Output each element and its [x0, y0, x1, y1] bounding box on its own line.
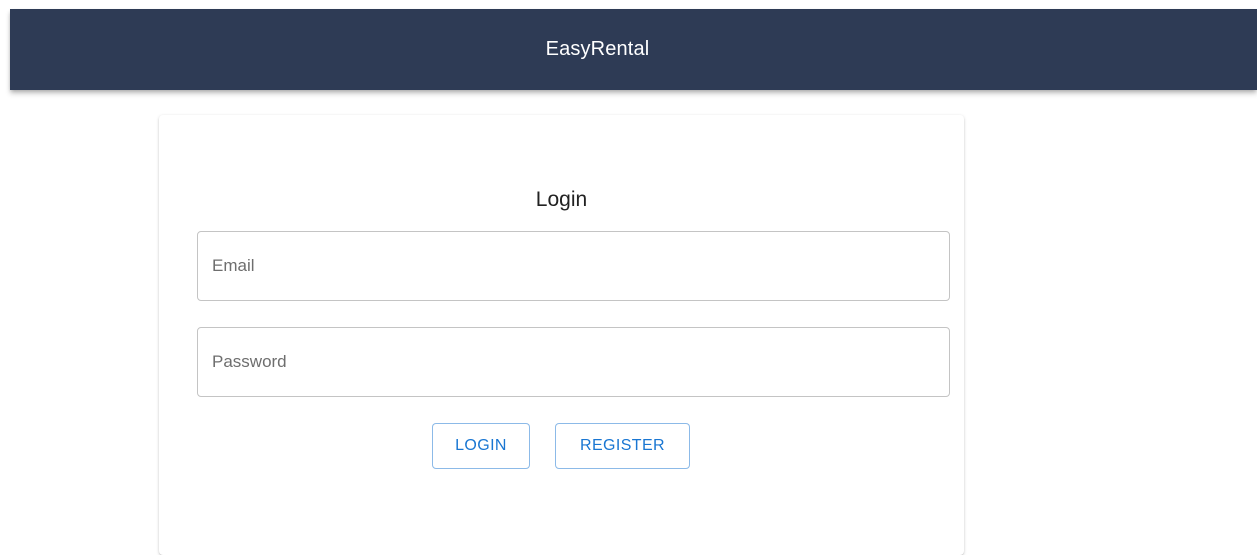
login-title: Login	[535, 188, 588, 211]
password-field[interactable]	[197, 327, 950, 397]
login-card: Login LOGIN REGISTER	[159, 115, 964, 555]
password-input[interactable]	[212, 328, 949, 396]
app-bar: EasyRental	[10, 9, 1257, 90]
login-button[interactable]: LOGIN	[432, 423, 530, 469]
email-field[interactable]	[197, 231, 950, 301]
app-title: EasyRental	[545, 38, 650, 60]
email-input[interactable]	[212, 232, 949, 300]
register-button[interactable]: REGISTER	[555, 423, 690, 469]
